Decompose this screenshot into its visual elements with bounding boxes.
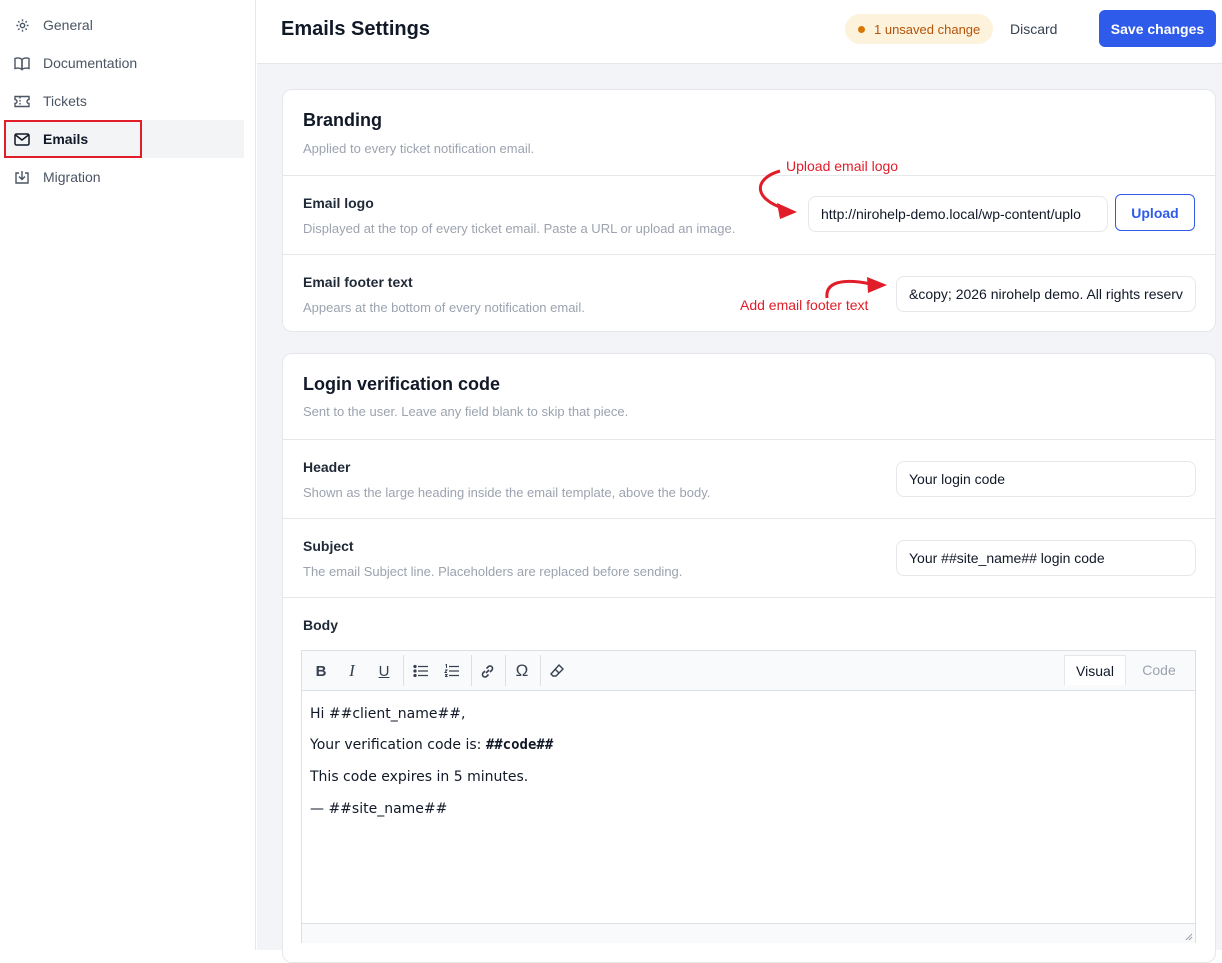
email-footer-label: Email footer text (303, 274, 413, 290)
bullet-list-icon[interactable] (408, 658, 434, 684)
sidebar: General Documentation Tickets Emails Mig… (0, 0, 256, 950)
toolbar-divider (471, 655, 472, 686)
toolbar-divider (540, 655, 541, 686)
divider (283, 597, 1215, 598)
discard-button[interactable]: Discard (1010, 21, 1057, 37)
main-content: Emails Settings 1 unsaved change Discard… (257, 0, 1222, 963)
body-line-text: Your verification code is: (310, 737, 486, 753)
unsaved-badge-label: 1 unsaved change (874, 21, 981, 37)
book-icon (14, 55, 30, 71)
header: Emails Settings 1 unsaved change Discard… (257, 0, 1222, 64)
divider (283, 439, 1215, 440)
toolbar-divider (403, 655, 404, 686)
ticket-icon (14, 93, 30, 109)
special-character-icon[interactable]: Ω (509, 658, 535, 684)
divider (283, 518, 1215, 519)
resize-handle-icon[interactable] (1183, 931, 1193, 941)
email-logo-label: Email logo (303, 195, 374, 211)
clear-formatting-icon[interactable] (544, 658, 570, 684)
upload-button[interactable]: Upload (1115, 194, 1195, 231)
link-icon[interactable] (474, 658, 500, 684)
header-input[interactable]: Your login code (896, 461, 1196, 497)
body-editor: B I U Ω Visual Code Hi ##client_name##, … (301, 650, 1196, 943)
editor-content[interactable]: Hi ##client_name##, Your verification co… (302, 691, 1195, 923)
sidebar-item-migration[interactable]: Migration (4, 158, 244, 196)
login-code-subtitle: Sent to the user. Leave any field blank … (303, 404, 629, 419)
code-placeholder: ##code## (485, 737, 554, 753)
download-icon (14, 169, 30, 185)
page-title: Emails Settings (281, 18, 430, 40)
header-field-label: Header (303, 459, 351, 475)
toolbar-divider (505, 655, 506, 686)
sidebar-item-label: Migration (43, 169, 101, 185)
tab-code[interactable]: Code (1132, 655, 1186, 685)
annotation-arrow-icon (758, 169, 797, 219)
body-line: Your verification code is: ##code## (310, 737, 553, 753)
email-footer-field[interactable]: &copy; 2026 nirohelp demo. All rights re… (896, 276, 1196, 312)
sidebar-item-tickets[interactable]: Tickets (4, 82, 244, 120)
login-code-title: Login verification code (303, 374, 501, 394)
highlight-box-emails (4, 120, 142, 158)
save-button[interactable]: Save changes (1099, 10, 1216, 47)
branding-subtitle: Applied to every ticket notification ema… (303, 141, 535, 156)
subject-field-help: The email Subject line. Placeholders are… (303, 564, 683, 579)
body-line: — ##site_name## (310, 801, 448, 817)
body-field-label: Body (303, 617, 338, 633)
email-logo-help: Displayed at the top of every ticket ema… (303, 221, 736, 236)
subject-field-label: Subject (303, 538, 354, 554)
login-code-card: Login verification code Sent to the user… (282, 353, 1216, 963)
annotation-arrow-icon (825, 277, 887, 299)
bold-icon[interactable]: B (308, 658, 334, 684)
email-logo-field[interactable]: http://nirohelp-demo.local/wp-content/up… (808, 196, 1108, 232)
gear-icon (14, 17, 30, 33)
branding-title: Branding (303, 110, 382, 130)
divider (283, 254, 1215, 255)
email-footer-help: Appears at the bottom of every notificat… (303, 300, 585, 315)
status-dot-icon (858, 25, 865, 33)
sidebar-item-documentation[interactable]: Documentation (4, 44, 244, 82)
numbered-list-icon[interactable] (439, 658, 465, 684)
sidebar-item-label: General (43, 17, 93, 33)
subject-input[interactable]: Your ##site_name## login code (896, 540, 1196, 576)
body-line: Hi ##client_name##, (310, 706, 466, 722)
sidebar-item-label: Documentation (43, 55, 138, 71)
unsaved-badge: 1 unsaved change (845, 14, 994, 44)
editor-statusbar (302, 923, 1195, 943)
underline-icon[interactable]: U (371, 658, 397, 684)
italic-icon[interactable]: I (339, 658, 365, 684)
tab-visual[interactable]: Visual (1064, 655, 1126, 685)
sidebar-item-general[interactable]: General (4, 6, 244, 44)
sidebar-item-label: Tickets (43, 93, 87, 109)
editor-toolbar: B I U Ω Visual Code (302, 651, 1195, 691)
body-line: This code expires in 5 minutes. (310, 769, 529, 785)
header-field-help: Shown as the large heading inside the em… (303, 485, 711, 500)
